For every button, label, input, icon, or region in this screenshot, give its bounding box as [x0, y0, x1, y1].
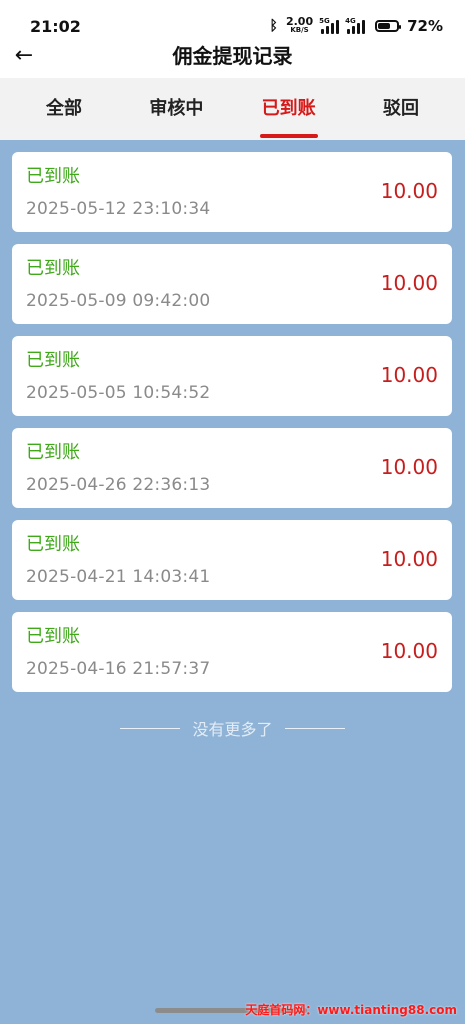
withdrawal-record-card[interactable]: 已到账 2025-05-05 10:54:52 10.00: [12, 336, 452, 416]
record-amount: 10.00: [380, 547, 438, 571]
no-more-indicator: 没有更多了: [0, 716, 465, 740]
no-more-text: 没有更多了: [192, 720, 273, 739]
tab-label: 驳回: [382, 98, 419, 119]
record-amount: 10.00: [380, 271, 438, 295]
signal-bar: [362, 20, 366, 34]
tab-label: 已到账: [261, 98, 316, 119]
record-status: 已到账: [26, 534, 80, 555]
withdrawal-record-card[interactable]: 已到账 2025-04-26 22:36:13 10.00: [12, 428, 452, 508]
record-status: 已到账: [26, 350, 80, 371]
page-title: 佣金提现记录: [172, 44, 293, 68]
record-time: 2025-05-12 23:10:34: [26, 199, 211, 219]
status-bar: 21:02 ᛒ 2.00 KB/S 5G 4G 72%: [0, 0, 465, 36]
withdrawal-record-card[interactable]: 已到账 2025-04-16 21:57:37 10.00: [12, 612, 452, 692]
signal-bar: [336, 20, 340, 34]
record-time: 2025-04-26 22:36:13: [26, 475, 211, 495]
bluetooth-icon: ᛒ: [269, 18, 278, 34]
signal-bar: [357, 23, 361, 34]
withdrawal-record-card[interactable]: 已到账 2025-05-12 23:10:34 10.00: [12, 152, 452, 232]
record-status: 已到账: [26, 258, 80, 279]
top-bar: 21:02 ᛒ 2.00 KB/S 5G 4G 72% ← 佣金提现记录: [0, 0, 465, 78]
tab-rejected[interactable]: 驳回: [351, 78, 451, 140]
tabs-bar: 全部 审核中 已到账 驳回: [0, 78, 465, 140]
page-header: ← 佣金提现记录: [0, 34, 465, 78]
record-amount: 10.00: [380, 639, 438, 663]
signal-bar: [331, 23, 335, 34]
watermark-text: 天庭首码网：www.tianting88.com: [245, 1003, 457, 1017]
battery-icon: [375, 20, 402, 32]
record-status: 已到账: [26, 626, 80, 647]
tab-label: 全部: [46, 98, 82, 119]
network-speed: 2.00 KB/S: [285, 15, 314, 35]
tab-reviewing[interactable]: 审核中: [126, 78, 226, 140]
record-status: 已到账: [26, 442, 80, 463]
withdrawal-record-card[interactable]: 已到账 2025-04-21 14:03:41 10.00: [12, 520, 452, 600]
network-speed-value: 2.00: [285, 15, 314, 28]
tab-label: 审核中: [149, 98, 204, 119]
tab-arrived[interactable]: 已到账: [239, 78, 339, 140]
signal-tag: 5G: [319, 17, 330, 25]
tab-all[interactable]: 全部: [14, 78, 114, 140]
record-amount: 10.00: [380, 179, 438, 203]
signal-icon: 4G: [345, 17, 366, 34]
record-status: 已到账: [26, 166, 80, 187]
signal-icon: 5G: [319, 17, 340, 34]
signal-bar: [326, 26, 330, 34]
battery-percentage: 72%: [407, 17, 443, 35]
active-tab-underline: [259, 134, 318, 138]
status-icons: ᛒ 2.00 KB/S 5G 4G 72%: [269, 15, 443, 35]
signal-tag: 4G: [345, 17, 356, 25]
battery-level-fill: [378, 23, 391, 29]
no-more-divider: [120, 727, 181, 729]
signal-bar: [352, 26, 356, 34]
record-time: 2025-05-05 10:54:52: [26, 383, 211, 403]
no-more-divider: [284, 727, 345, 729]
record-time: 2025-04-21 14:03:41: [26, 567, 211, 587]
record-amount: 10.00: [380, 363, 438, 387]
withdrawal-record-list: 已到账 2025-05-12 23:10:34 10.00 已到账 2025-0…: [12, 152, 452, 692]
record-amount: 10.00: [380, 455, 438, 479]
record-time: 2025-04-16 21:57:37: [26, 659, 211, 679]
withdrawal-record-card[interactable]: 已到账 2025-05-09 09:42:00 10.00: [12, 244, 452, 324]
record-time: 2025-05-09 09:42:00: [26, 291, 211, 311]
